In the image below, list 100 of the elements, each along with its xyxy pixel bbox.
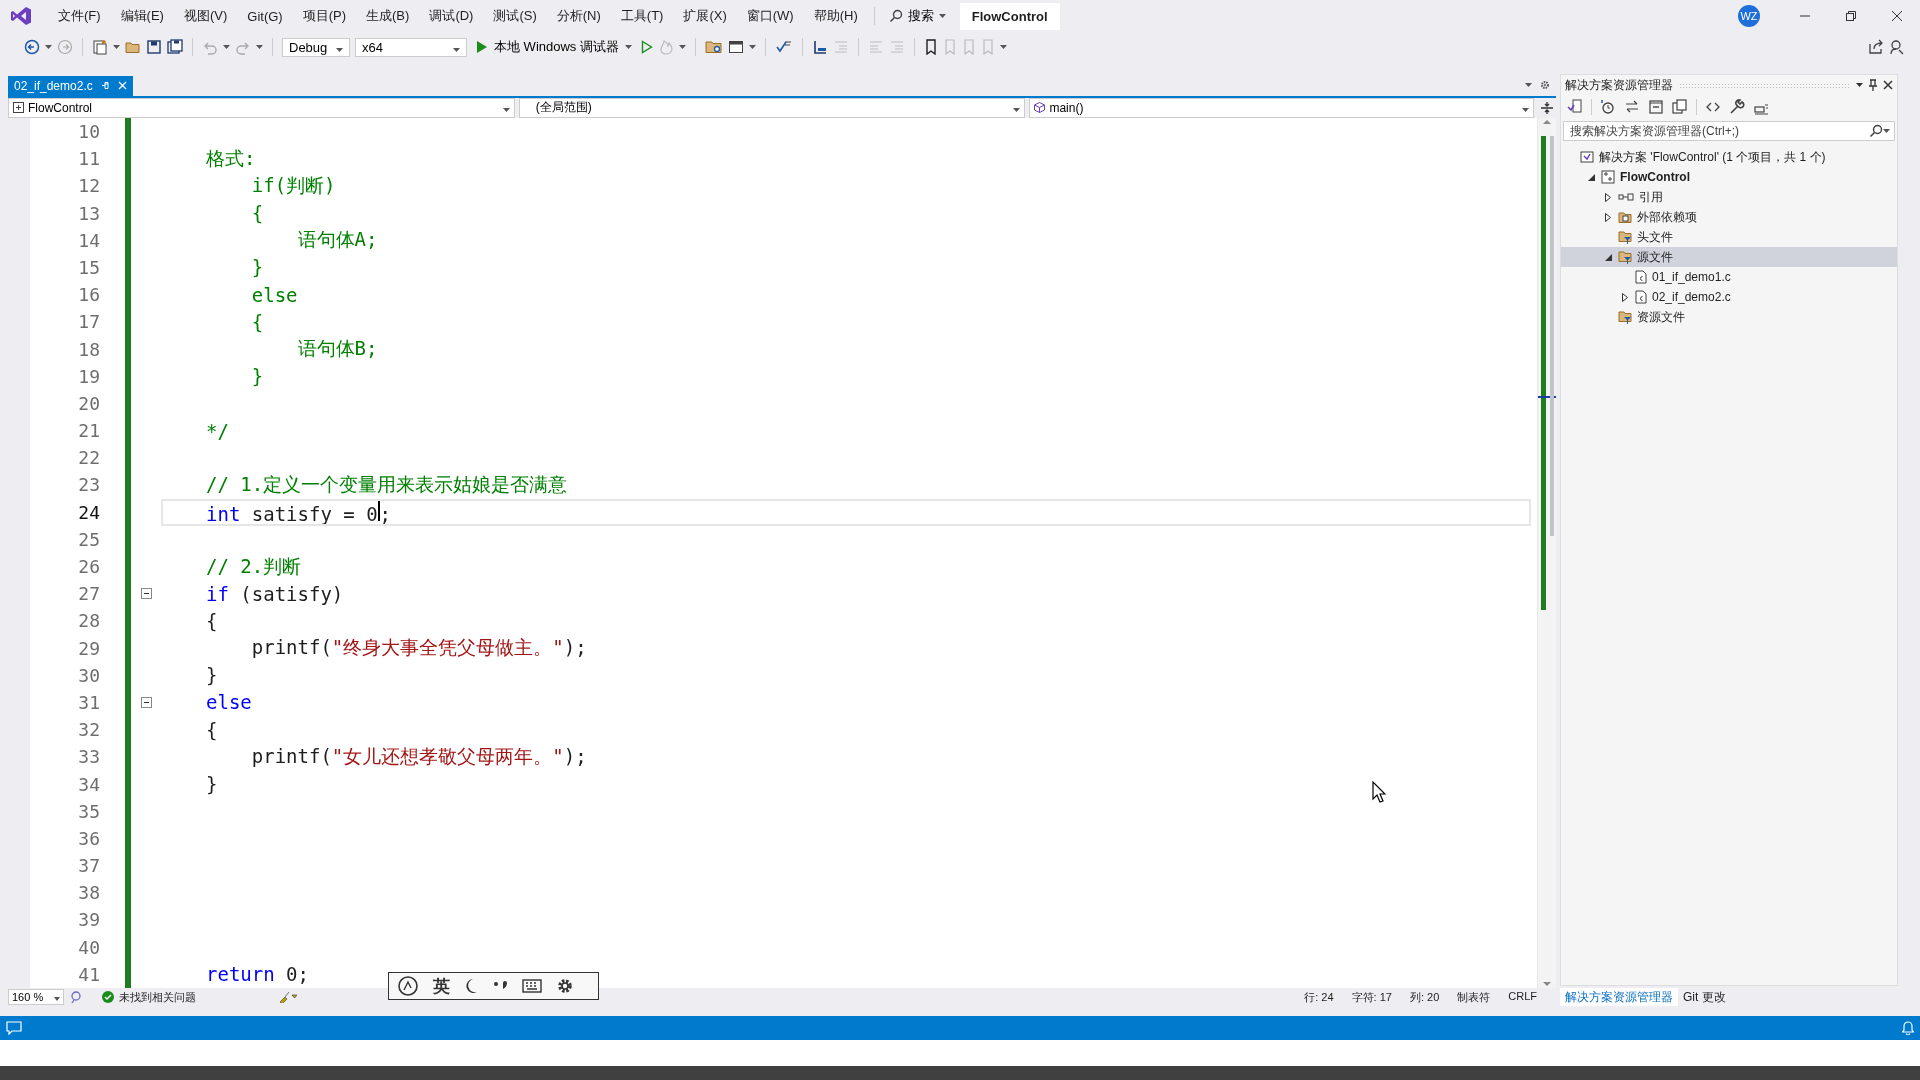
menu-item[interactable]: 项目(P)	[292, 7, 357, 25]
tree-item[interactable]: FlowControl	[1620, 170, 1690, 184]
dropdown-arrow-icon[interactable]	[999, 45, 1007, 49]
bookmark-icon[interactable]	[923, 39, 938, 55]
tree-item[interactable]: 解决方案 'FlowControl' (1 个项目，共 1 个)	[1599, 148, 1826, 166]
menu-item[interactable]: 生成(B)	[356, 7, 420, 25]
tree-item[interactable]: 02_if_demo2.c	[1652, 290, 1731, 304]
platform-dropdown[interactable]: x64	[355, 37, 467, 57]
collapse-all-icon[interactable]	[1648, 99, 1664, 115]
cube-icon	[1034, 102, 1046, 114]
dropdown-arrow-icon[interactable]	[678, 45, 686, 49]
line-number: 12	[77, 175, 100, 197]
save-all-icon[interactable]	[167, 39, 183, 55]
cleanup-brush-icon[interactable]	[278, 991, 298, 1003]
scope-dropdown[interactable]: (全局范围)	[518, 97, 1026, 118]
sync-icon[interactable]	[1624, 99, 1640, 115]
vertical-scrollbar[interactable]	[1537, 117, 1556, 989]
dropdown-arrow-icon[interactable]	[256, 45, 263, 49]
cursor-status[interactable]: CRLF	[1499, 989, 1546, 1005]
step-icon[interactable]	[811, 39, 828, 55]
dropdown-arrow-icon[interactable]	[1856, 83, 1863, 87]
collapse-icon[interactable]	[140, 697, 152, 708]
account-avatar[interactable]: WZ	[1738, 5, 1760, 27]
tree-item[interactable]: 资源文件	[1637, 308, 1685, 326]
keyboard-icon[interactable]	[522, 979, 542, 993]
new-project-icon[interactable]	[92, 39, 108, 55]
issues-status[interactable]: 未找到相关问题	[119, 989, 196, 1005]
expanded-arrow-icon[interactable]	[1604, 253, 1612, 261]
menu-item[interactable]: 调试(D)	[419, 7, 484, 25]
moon-icon[interactable]	[464, 978, 478, 994]
menu-item[interactable]: 分析(N)	[546, 7, 611, 25]
menu-item[interactable]: 视图(V)	[173, 7, 238, 25]
dropdown-arrow-icon[interactable]	[624, 45, 632, 49]
notification-bell-icon[interactable]	[1902, 1021, 1914, 1035]
cursor-status[interactable]: 字符: 17	[1342, 989, 1401, 1005]
find-in-files-icon[interactable]	[704, 39, 723, 55]
member-dropdown[interactable]: main()	[1029, 97, 1535, 118]
menu-item[interactable]: 工具(T)	[610, 7, 674, 25]
settings-icon[interactable]	[1540, 79, 1550, 90]
play-outline-icon[interactable]	[640, 40, 653, 54]
split-window-icon[interactable]	[1541, 101, 1554, 114]
tree-item[interactable]: 01_if_demo1.c	[1652, 270, 1731, 284]
back-icon[interactable]	[24, 39, 40, 55]
line-number: 19	[77, 365, 100, 387]
tree-item[interactable]: 外部依赖项	[1637, 208, 1697, 226]
cursor-status[interactable]: 行: 24	[1295, 989, 1343, 1005]
tree-item[interactable]: 头文件	[1637, 228, 1673, 246]
window-icon[interactable]	[727, 39, 744, 55]
menu-item[interactable]: Git(G)	[237, 8, 293, 24]
dropdown-arrow-icon[interactable]	[748, 45, 756, 49]
cursor-status[interactable]: 制表符	[1448, 989, 1500, 1005]
menu-item[interactable]: 扩展(X)	[673, 7, 737, 25]
folder-icon[interactable]	[125, 39, 141, 55]
save-icon[interactable]	[146, 39, 162, 55]
line-number: 31	[77, 692, 100, 713]
dropdown-arrow-icon	[1013, 107, 1021, 112]
tree-item[interactable]: 引用	[1639, 188, 1663, 206]
dropdown-arrow-icon[interactable]	[113, 45, 120, 49]
share-icon[interactable]	[1868, 39, 1884, 55]
code-comment: // 2.判断	[206, 553, 302, 579]
menu-item[interactable]: 编辑(E)	[110, 7, 174, 25]
configuration-dropdown[interactable]: Debug	[282, 37, 350, 57]
menu-item[interactable]: 窗口(W)	[736, 7, 804, 25]
input-language-toggle[interactable]: 英	[433, 974, 450, 998]
ime-logo-icon[interactable]	[397, 975, 419, 997]
panel-tab[interactable]: 解决方案资源管理器	[1560, 988, 1678, 1006]
pin-icon[interactable]	[1869, 79, 1877, 91]
run-debugger-button[interactable]: 本地 Windows 调试器	[472, 38, 636, 56]
dropdown-arrow-icon[interactable]	[938, 14, 946, 18]
zoom-dropdown[interactable]: 160 %	[8, 989, 64, 1005]
search-icon	[888, 9, 903, 23]
wrench-icon[interactable]	[1729, 99, 1745, 115]
search-field[interactable]: 搜索解决方案资源管理器(Ctrl+;)	[1563, 121, 1895, 141]
tree-item[interactable]: 源文件	[1637, 248, 1673, 266]
history-icon[interactable]	[1600, 99, 1616, 115]
line-number: 16	[77, 284, 100, 306]
collapse-icon[interactable]	[140, 588, 152, 600]
spell-check-icon[interactable]	[774, 39, 793, 55]
settings-icon[interactable]	[556, 977, 574, 995]
menu-item[interactable]: 测试(S)	[483, 7, 547, 25]
project-dropdown[interactable]: FlowControl	[8, 97, 515, 118]
menu-item[interactable]: 帮助(H)	[803, 7, 868, 25]
comment-icon[interactable]	[6, 1021, 22, 1035]
expanded-arrow-icon[interactable]	[1587, 173, 1595, 181]
search-button[interactable]: 搜索	[880, 7, 954, 25]
dropdown-arrow-icon[interactable]	[1525, 82, 1532, 87]
collapsed-arrow-icon[interactable]	[1605, 212, 1611, 222]
dropdown-arrow-icon[interactable]	[223, 45, 230, 49]
collapsed-arrow-icon[interactable]	[1622, 292, 1628, 302]
collapsed-arrow-icon[interactable]	[1605, 192, 1611, 202]
line-number: 23	[77, 474, 100, 496]
switch-view-icon[interactable]	[1567, 99, 1583, 115]
cursor-status[interactable]: 列: 20	[1400, 989, 1449, 1005]
close-icon[interactable]	[1883, 80, 1893, 90]
feedback-icon[interactable]	[1889, 39, 1905, 55]
menu-item[interactable]: 文件(F)	[48, 7, 111, 25]
copy-icon[interactable]	[1672, 99, 1688, 115]
dropdown-arrow-icon[interactable]	[45, 45, 52, 49]
line-number: 30	[77, 664, 100, 686]
dropdown-arrow-icon	[1522, 107, 1530, 112]
